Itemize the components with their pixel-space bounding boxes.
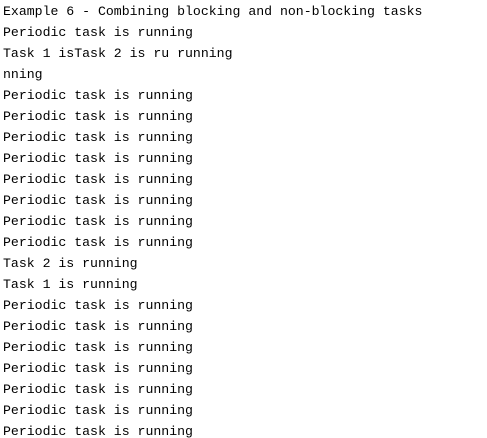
console-line: Periodic task is running — [3, 382, 193, 397]
console-line: Periodic task is running — [3, 298, 193, 313]
console-line: Periodic task is running — [3, 172, 193, 187]
console-output: Example 6 - Combining blocking and non-b… — [0, 0, 487, 438]
console-line: Periodic task is running — [3, 109, 193, 124]
console-line: Task 1 is running — [3, 277, 138, 292]
console-line: Periodic task is running — [3, 25, 193, 40]
console-line: Task 2 is running — [3, 256, 138, 271]
console-line: Periodic task is running — [3, 361, 193, 376]
console-line: Periodic task is running — [3, 340, 193, 355]
console-line: Periodic task is running — [3, 235, 193, 250]
console-line: Periodic task is running — [3, 88, 193, 103]
console-line: Periodic task is running — [3, 130, 193, 145]
console-line: nning — [3, 67, 43, 82]
console-line: Periodic task is running — [3, 424, 193, 438]
console-line-heading: Example 6 - Combining blocking and non-b… — [3, 4, 423, 19]
console-line: Periodic task is running — [3, 214, 193, 229]
console-line: Periodic task is running — [3, 193, 193, 208]
console-line: Task 1 isTask 2 is ru running — [3, 46, 233, 61]
console-line: Periodic task is running — [3, 151, 193, 166]
console-line: Periodic task is running — [3, 319, 193, 334]
console-line: Periodic task is running — [3, 403, 193, 418]
